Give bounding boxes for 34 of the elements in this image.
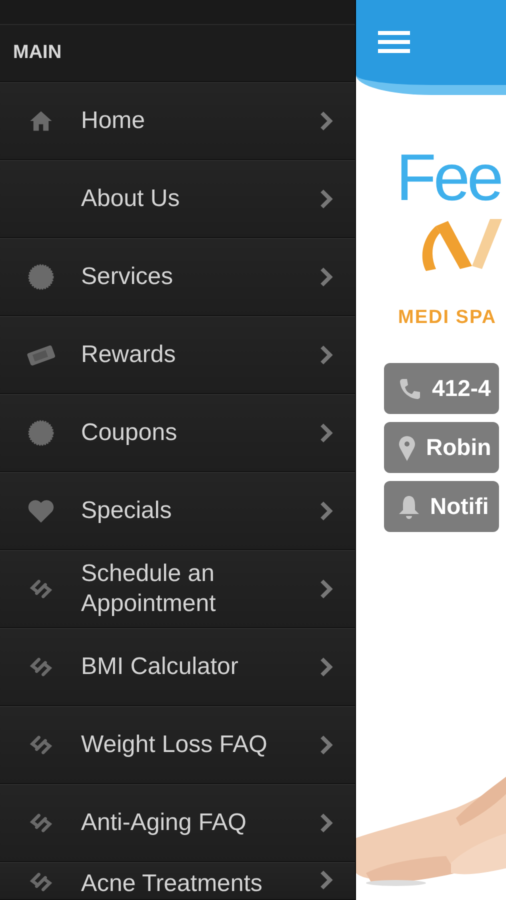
chevron-icon — [319, 869, 333, 891]
menu-item[interactable]: Acne Treatments — [0, 862, 355, 900]
seal-icon — [28, 264, 54, 290]
chevron-icon — [319, 266, 333, 288]
contact-button[interactable]: 412-4 — [384, 363, 500, 414]
chevron-icon — [319, 500, 333, 522]
chevron-icon — [319, 812, 333, 834]
pin-icon — [398, 434, 416, 460]
menu-item[interactable]: Services — [0, 238, 355, 316]
menu-item[interactable]: Rewards — [0, 316, 355, 394]
menu-item[interactable]: Home — [0, 82, 355, 160]
chevron-icon — [319, 188, 333, 210]
menu-item[interactable]: Weight Loss FAQ — [0, 706, 355, 784]
menu-item[interactable]: Schedule an Appointment — [0, 550, 355, 628]
chevron-icon — [319, 110, 333, 132]
menu-item[interactable]: Anti-Aging FAQ — [0, 784, 355, 862]
menu-item[interactable]: Specials — [0, 472, 355, 550]
menu-icon[interactable] — [378, 30, 410, 54]
seal-icon — [28, 420, 54, 446]
menu-item[interactable]: About Us — [0, 160, 355, 238]
contact-button[interactable]: Robin — [384, 422, 500, 473]
chevron-icon — [319, 578, 333, 600]
logo-text: Fee — [396, 139, 502, 216]
contact-button[interactable]: Notifi — [384, 481, 500, 532]
bell-icon — [398, 494, 420, 518]
phone-icon — [398, 376, 422, 400]
heart-icon — [26, 498, 54, 524]
chevron-icon — [319, 344, 333, 366]
menu-item[interactable]: Coupons — [0, 394, 355, 472]
menu-item[interactable]: BMI Calculator — [0, 628, 355, 706]
chevron-icon — [319, 734, 333, 756]
tagline: MEDI SPA — [398, 307, 496, 329]
chevron-icon — [319, 656, 333, 678]
chevron-icon — [319, 422, 333, 444]
